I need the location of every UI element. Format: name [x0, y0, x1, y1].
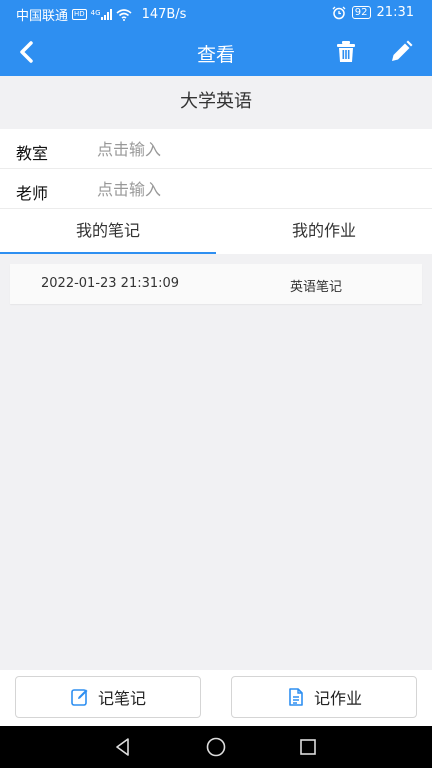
note-date: 2022-01-23 21:31:09 [41, 276, 180, 291]
edit-icon [392, 40, 413, 61]
add-homework-button[interactable]: 记作业 [231, 676, 417, 718]
note-edit-icon [71, 689, 88, 706]
tab-my-notes[interactable]: 我的笔记 [0, 209, 216, 254]
battery-icon: 92 [351, 6, 371, 19]
edit-button[interactable] [385, 36, 417, 68]
trash-icon [337, 41, 355, 62]
classroom-input[interactable] [97, 135, 397, 163]
clock: 21:31 [376, 5, 414, 20]
signal-icon: 4G [91, 9, 112, 20]
status-bar: 中国联通 HD 4G 147B/s 92 21:31 [0, 0, 432, 28]
list-item[interactable]: 2022-01-23 21:31:09 英语笔记 [10, 264, 422, 304]
course-name: 大学英语 [0, 76, 432, 128]
network-type: 4G [90, 9, 101, 17]
alarm-icon [332, 6, 346, 19]
nav-home-icon[interactable] [205, 736, 227, 758]
teacher-row: 老师 [0, 169, 432, 209]
hd-badge-icon: HD [72, 9, 87, 20]
page-title: 查看 [196, 44, 235, 66]
add-homework-label: 记作业 [313, 689, 362, 708]
delete-button[interactable] [330, 36, 362, 68]
nav-back-icon[interactable] [112, 736, 134, 758]
add-note-label: 记笔记 [97, 689, 146, 708]
teacher-label: 老师 [16, 184, 49, 203]
tab-my-homework[interactable]: 我的作业 [216, 209, 432, 254]
classroom-row: 教室 [0, 129, 432, 169]
classroom-label: 教室 [16, 144, 49, 163]
notes-list: 2022-01-23 21:31:09 英语笔记 [0, 254, 432, 670]
bottom-action-bar: 记笔记 记作业 [0, 670, 432, 726]
document-icon [289, 688, 303, 706]
system-nav-bar [0, 726, 432, 768]
note-title: 英语笔记 [290, 280, 343, 295]
nav-recents-icon[interactable] [297, 736, 319, 758]
app-bar: 查看 [0, 28, 432, 76]
add-note-button[interactable]: 记笔记 [15, 676, 201, 718]
network-speed: 147B/s [141, 7, 187, 22]
wifi-icon [116, 8, 132, 21]
carrier-name: 中国联通 [16, 9, 69, 24]
teacher-input[interactable] [97, 175, 397, 203]
tab-bar: 我的笔记 我的作业 [0, 209, 432, 254]
